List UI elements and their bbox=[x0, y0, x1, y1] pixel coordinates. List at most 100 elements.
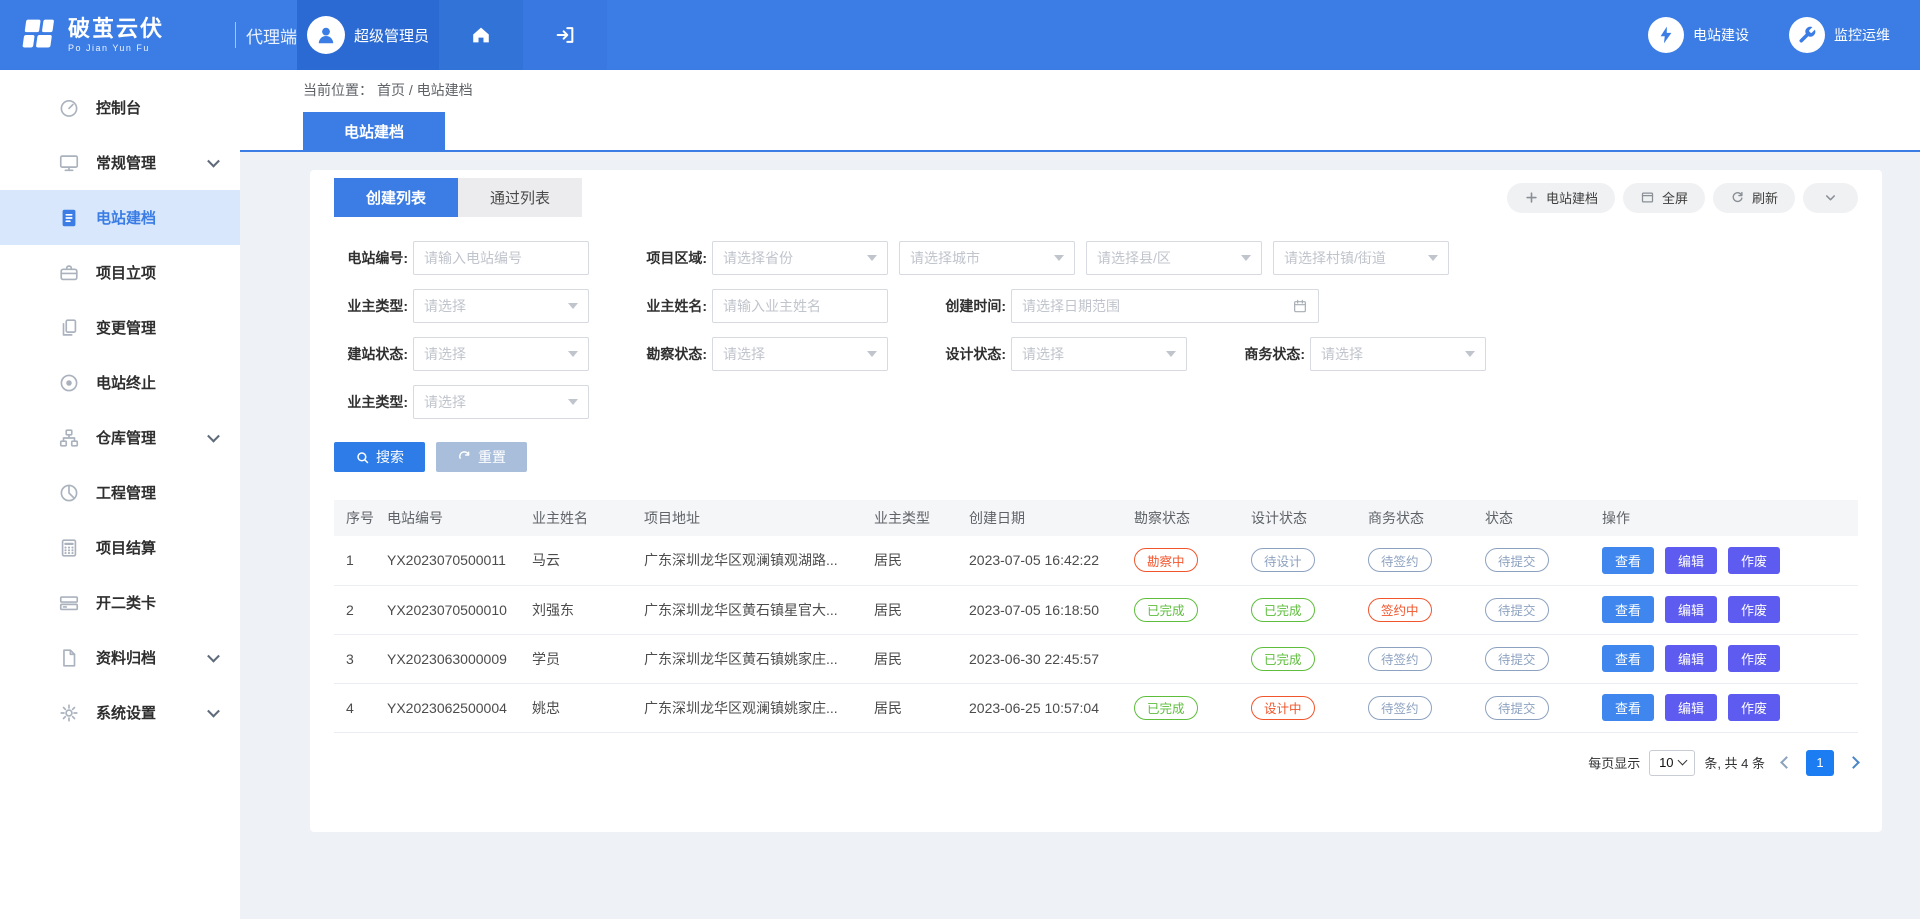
region-town-select[interactable]: 请选择村镇/街道 bbox=[1273, 241, 1449, 275]
sidebar-item-open-type2-card[interactable]: 开二类卡 bbox=[0, 575, 240, 630]
page-tab-bar: 电站建档 bbox=[240, 110, 1920, 152]
cell-address: 广东深圳龙华区黄石镇姚家庄... bbox=[636, 634, 866, 683]
owner-type-2-select[interactable]: 请选择 bbox=[413, 385, 589, 419]
edit-button[interactable]: 编辑 bbox=[1665, 547, 1717, 574]
tab-create-list[interactable]: 创建列表 bbox=[334, 178, 458, 217]
chevron-down-icon bbox=[1054, 255, 1064, 261]
page-tab-station-archive[interactable]: 电站建档 bbox=[303, 112, 445, 150]
sidebar-item-data-archive[interactable]: 资料归档 bbox=[0, 630, 240, 685]
file-icon bbox=[58, 647, 80, 669]
status-badge: 待提交 bbox=[1485, 647, 1549, 671]
view-button[interactable]: 查看 bbox=[1602, 694, 1654, 721]
create-time-date[interactable]: 请选择日期范围 bbox=[1011, 289, 1319, 323]
tab-passed-list[interactable]: 通过列表 bbox=[458, 178, 582, 217]
pagination: 每页显示 10 条, 共 4 条 1 bbox=[334, 750, 1858, 776]
cell-created: 2023-07-05 16:42:22 bbox=[961, 536, 1126, 585]
fullscreen-button[interactable]: 全屏 bbox=[1623, 183, 1705, 213]
design-status-select[interactable]: 请选择 bbox=[1011, 337, 1187, 371]
sidebar-item-label: 变更管理 bbox=[96, 317, 156, 338]
sidebar-item-engineering-management[interactable]: 工程管理 bbox=[0, 465, 240, 520]
edit-button[interactable]: 编辑 bbox=[1665, 694, 1717, 721]
cell-survey-status: 已完成 bbox=[1126, 585, 1243, 634]
sidebar-item-station-termination[interactable]: 电站终止 bbox=[0, 355, 240, 410]
logout-button[interactable] bbox=[523, 0, 607, 70]
edit-button[interactable]: 编辑 bbox=[1665, 596, 1717, 623]
list-tabs: 创建列表通过列表 bbox=[334, 178, 582, 217]
refresh-button[interactable]: 刷新 bbox=[1713, 183, 1795, 213]
search-button[interactable]: 搜索 bbox=[334, 442, 425, 472]
cell-code: YX2023070500011 bbox=[379, 536, 524, 585]
cell-seq: 3 bbox=[334, 634, 379, 683]
refresh-icon bbox=[1730, 190, 1745, 205]
view-button[interactable]: 查看 bbox=[1602, 596, 1654, 623]
monitor-icon bbox=[58, 152, 80, 174]
column-header: 序号 bbox=[334, 500, 379, 536]
sidebar-item-station-archive[interactable]: 电站建档 bbox=[0, 190, 240, 245]
sidebar-item-warehouse-management[interactable]: 仓库管理 bbox=[0, 410, 240, 465]
reset-button[interactable]: 重置 bbox=[436, 442, 527, 472]
void-button[interactable]: 作废 bbox=[1728, 596, 1780, 623]
sidebar-item-general-management[interactable]: 常规管理 bbox=[0, 135, 240, 190]
status-badge: 已完成 bbox=[1251, 598, 1315, 622]
void-button[interactable]: 作废 bbox=[1728, 694, 1780, 721]
breadcrumb-path: 首页 / 电站建档 bbox=[377, 80, 473, 100]
sidebar: 控制台 常规管理 电站建档 项目立项 变更管理 电站终止 仓库管理 工程管理 项… bbox=[0, 70, 240, 919]
region-province-select[interactable]: 请选择省份 bbox=[712, 241, 888, 275]
void-button[interactable]: 作废 bbox=[1728, 645, 1780, 672]
briefcase-icon bbox=[58, 262, 80, 284]
next-page-button[interactable] bbox=[1847, 756, 1860, 769]
column-header: 创建日期 bbox=[961, 500, 1126, 536]
owner-type-label: 业主类型: bbox=[334, 296, 408, 316]
prev-page-button[interactable] bbox=[1780, 756, 1793, 769]
sidebar-item-system-settings[interactable]: 系统设置 bbox=[0, 685, 240, 740]
cell-owner-type: 居民 bbox=[866, 683, 961, 732]
view-button[interactable]: 查看 bbox=[1602, 547, 1654, 574]
cell-business-status: 待签约 bbox=[1360, 683, 1477, 732]
module-label: 电站建设 bbox=[1693, 25, 1749, 45]
station-table: 序号电站编号业主姓名项目地址业主类型创建日期勘察状态设计状态商务状态状态操作 1… bbox=[334, 500, 1858, 733]
sidebar-item-project-initiation[interactable]: 项目立项 bbox=[0, 245, 240, 300]
user-menu[interactable]: 超级管理员 bbox=[297, 0, 439, 70]
placeholder-text: 请选择 bbox=[424, 344, 466, 364]
owner-name-input[interactable]: 请输入业主姓名 bbox=[712, 289, 888, 323]
column-header: 状态 bbox=[1477, 500, 1594, 536]
wrench-icon bbox=[1797, 25, 1817, 45]
current-page[interactable]: 1 bbox=[1806, 750, 1834, 776]
placeholder-text: 请选择省份 bbox=[723, 248, 793, 268]
column-header: 业主姓名 bbox=[524, 500, 636, 536]
build-status-select[interactable]: 请选择 bbox=[413, 337, 589, 371]
chevron-down-icon bbox=[867, 351, 877, 357]
survey-status-select[interactable]: 请选择 bbox=[712, 337, 888, 371]
edit-button[interactable]: 编辑 bbox=[1665, 645, 1717, 672]
owner-type-select[interactable]: 请选择 bbox=[413, 289, 589, 323]
collapse-button[interactable] bbox=[1803, 183, 1858, 213]
sidebar-item-project-settlement[interactable]: 项目结算 bbox=[0, 520, 240, 575]
status-badge: 待签约 bbox=[1368, 548, 1432, 572]
pill-label: 电站建档 bbox=[1546, 188, 1598, 207]
per-page-select[interactable]: 10 bbox=[1649, 750, 1695, 776]
cell-design-status: 已完成 bbox=[1243, 585, 1360, 634]
sidebar-item-change-management[interactable]: 变更管理 bbox=[0, 300, 240, 355]
station-code-input[interactable]: 请输入电站编号 bbox=[413, 241, 589, 275]
placeholder-text: 请选择 bbox=[424, 392, 466, 412]
breadcrumb-label: 当前位置： bbox=[303, 80, 373, 100]
module-button-monitor-ops[interactable]: 监控运维 bbox=[1789, 17, 1890, 53]
bolt-icon bbox=[1656, 25, 1676, 45]
region-county-select[interactable]: 请选择县/区 bbox=[1086, 241, 1262, 275]
status-badge: 已完成 bbox=[1134, 598, 1198, 622]
home-button[interactable] bbox=[439, 0, 523, 70]
business-status-select[interactable]: 请选择 bbox=[1310, 337, 1486, 371]
cell-address: 广东深圳龙华区观澜镇姚家庄... bbox=[636, 683, 866, 732]
search-icon bbox=[355, 450, 370, 465]
module-button-station-construction[interactable]: 电站建设 bbox=[1648, 17, 1749, 53]
chevron-down-icon bbox=[1166, 351, 1176, 357]
view-button[interactable]: 查看 bbox=[1602, 645, 1654, 672]
cell-created: 2023-07-05 16:18:50 bbox=[961, 585, 1126, 634]
void-button[interactable]: 作废 bbox=[1728, 547, 1780, 574]
cell-survey-status: 勘察中 bbox=[1126, 536, 1243, 585]
sidebar-item-console[interactable]: 控制台 bbox=[0, 80, 240, 135]
filter-form: 电站编号:请输入电站编号项目区域:请选择省份请选择城市请选择县/区请选择村镇/街… bbox=[334, 241, 1858, 419]
region-city-select[interactable]: 请选择城市 bbox=[899, 241, 1075, 275]
sidebar-item-label: 常规管理 bbox=[96, 152, 156, 173]
create-station-button[interactable]: 电站建档 bbox=[1507, 183, 1615, 213]
